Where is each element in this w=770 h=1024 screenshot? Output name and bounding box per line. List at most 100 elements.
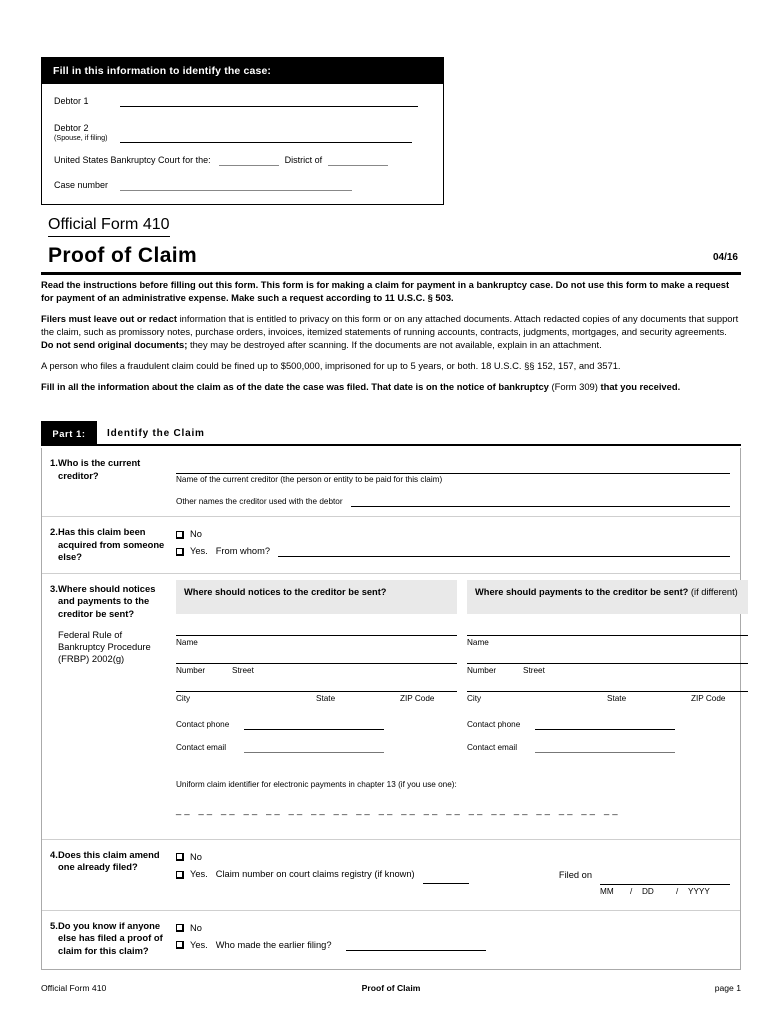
payments-column-header: Where should payments to the creditor be… — [467, 579, 748, 614]
creditor-name-caption: Name of the current creditor (the person… — [176, 475, 443, 484]
payments-city-input[interactable] — [467, 690, 748, 692]
page-title: Proof of Claim — [48, 244, 198, 267]
other-names-row: Other names the creditor used with the d… — [176, 496, 730, 507]
question-5-who-filed-input[interactable] — [345, 940, 486, 951]
question-5-no-option[interactable]: No — [176, 920, 730, 937]
redact-lead: Filers must leave out or redact — [41, 313, 177, 324]
question-4-fields: No Yes. Claim number on court claims reg… — [176, 840, 740, 910]
payments-email-input[interactable] — [535, 742, 675, 753]
question-4-date-caption: MM / DD / YYYY — [600, 887, 730, 897]
district-name-input[interactable] — [328, 155, 389, 166]
checkbox-icon[interactable] — [176, 924, 184, 932]
question-4-no-option[interactable]: No — [176, 849, 730, 866]
notices-email-label: Contact email — [176, 742, 227, 752]
date-yyyy-label: YYYY — [688, 886, 710, 896]
payments-name-input[interactable] — [467, 634, 748, 636]
question-5-who-filed-label: Who made the earlier filing? — [215, 939, 332, 950]
question-2-fields: No Yes. From whom? — [176, 517, 740, 573]
payments-header-bold: Where should payments to the creditor be… — [475, 586, 689, 597]
notices-number-label: Number — [176, 665, 206, 675]
question-3-column-headers: Where should notices to the creditor be … — [176, 579, 748, 614]
checkbox-icon[interactable] — [176, 941, 184, 949]
redact-tail: they may be destroyed after scanning. If… — [187, 339, 602, 350]
question-5-row: 5. Do you know if anyone else has filed … — [42, 911, 740, 969]
notices-phone-input[interactable] — [244, 719, 384, 730]
other-names-input[interactable] — [350, 496, 730, 507]
question-2-no-option[interactable]: No — [176, 526, 730, 543]
question-2-from-whom-input[interactable] — [278, 546, 730, 557]
notices-name-input[interactable] — [176, 634, 457, 636]
case-number-input[interactable] — [120, 180, 352, 191]
question-2-row: 2. Has this claim been acquired from som… — [42, 517, 740, 574]
question-3-question: Where should notices and payments to the… — [58, 582, 156, 619]
date-sep-1: / — [630, 886, 633, 896]
question-1-number: 1. — [50, 457, 58, 468]
payments-header-note: (if different) — [688, 586, 738, 597]
question-2-yes-label: Yes. — [190, 546, 208, 556]
checkbox-icon[interactable] — [176, 547, 184, 556]
instructions-block: Read the instructions before filling out… — [41, 278, 741, 401]
payments-phone-label: Contact phone — [467, 719, 521, 729]
footer-form-number: Official Form 410 — [41, 983, 107, 993]
checkbox-icon[interactable] — [176, 530, 184, 539]
debtor1-input[interactable] — [120, 96, 418, 107]
debtor2-sublabel: (Spouse, if filing) — [54, 133, 108, 142]
debtor2-label-group: Debtor 2 (Spouse, if filing) — [54, 123, 120, 142]
part-1-underline — [97, 444, 741, 446]
notices-city-input[interactable] — [176, 690, 457, 692]
debtor1-label: Debtor 1 — [54, 96, 89, 106]
case-identification-box: Fill in this information to identify the… — [41, 57, 444, 205]
form-309-ref: (Form 309) — [551, 381, 598, 392]
question-3-label: Where should notices and payments to the… — [58, 574, 176, 839]
payments-number-label: Number — [467, 665, 497, 675]
question-3-row: 3. Where should notices and payments to … — [42, 574, 748, 840]
question-2-label: Has this claim been acquired from someon… — [58, 526, 165, 562]
checkbox-icon[interactable] — [176, 870, 184, 879]
other-names-caption: Other names the creditor used with the d… — [176, 497, 343, 506]
district-input[interactable] — [218, 155, 279, 166]
part-1-bar: Part 1: Identify the Claim — [41, 421, 741, 446]
payments-city-caption: City State ZIP Code — [467, 694, 748, 704]
question-5-number: 5. — [50, 919, 58, 931]
court-label: United States Bankruptcy Court for the: — [54, 155, 211, 165]
question-4-claim-number-input[interactable] — [422, 873, 469, 884]
question-5-yes-option[interactable]: Yes. Who made the earlier filing? — [176, 937, 730, 954]
debtor2-input[interactable] — [120, 132, 412, 143]
payments-zip-label: ZIP Code — [691, 693, 726, 703]
address-columns: Name Number Street City State ZIP Code C… — [176, 618, 748, 753]
question-4-date-input[interactable] — [600, 874, 730, 885]
part-1-tag: Part 1: — [41, 421, 97, 446]
form-body: 1. Who is the current creditor? Name of … — [41, 448, 748, 970]
uniform-claim-identifier-input[interactable]: __ __ __ __ __ __ __ __ __ __ __ __ __ _… — [176, 804, 748, 816]
no-originals-lead: Do not send original documents; — [41, 339, 188, 350]
notices-zip-label: ZIP Code — [400, 693, 435, 703]
checkbox-icon[interactable] — [176, 853, 184, 861]
notices-address-column: Name Number Street City State ZIP Code C… — [176, 618, 457, 753]
notices-city-caption: City State ZIP Code — [176, 694, 457, 704]
notices-phone-row: Contact phone — [176, 719, 457, 730]
notices-email-row: Contact email — [176, 742, 457, 753]
notices-street-label: Street — [232, 665, 254, 675]
notices-state-label: State — [316, 693, 336, 703]
part-1-title: Identify the Claim — [107, 428, 205, 439]
question-4-filed-on-date[interactable]: MM / DD / YYYY — [600, 866, 730, 897]
question-5-fields: No Yes. Who made the earlier filing? — [176, 911, 740, 969]
question-3-number: 3. — [50, 582, 58, 594]
question-5-label: Do you know if anyone else has filed a p… — [58, 919, 163, 956]
debtor1-row: Debtor 1 — [54, 96, 431, 107]
payments-name-caption: Name — [467, 638, 748, 648]
form-number: Official Form 410 — [48, 216, 170, 237]
payments-street-input[interactable] — [467, 662, 748, 664]
question-2-from-whom-label: From whom? — [215, 546, 270, 556]
notices-email-input[interactable] — [244, 742, 384, 753]
payments-phone-input[interactable] — [535, 719, 675, 730]
question-2-yes-option[interactable]: Yes. From whom? — [176, 543, 730, 560]
footer-form-title: Proof of Claim — [361, 983, 421, 993]
date-sep-2: / — [676, 886, 679, 896]
notices-city-label: City — [176, 693, 191, 703]
notices-street-input[interactable] — [176, 662, 457, 664]
payments-phone-row: Contact phone — [467, 719, 748, 730]
question-4-yes-option[interactable]: Yes. Claim number on court claims regist… — [176, 866, 730, 897]
notices-phone-label: Contact phone — [176, 719, 230, 729]
debtor2-row: Debtor 2 (Spouse, if filing) — [54, 123, 431, 143]
